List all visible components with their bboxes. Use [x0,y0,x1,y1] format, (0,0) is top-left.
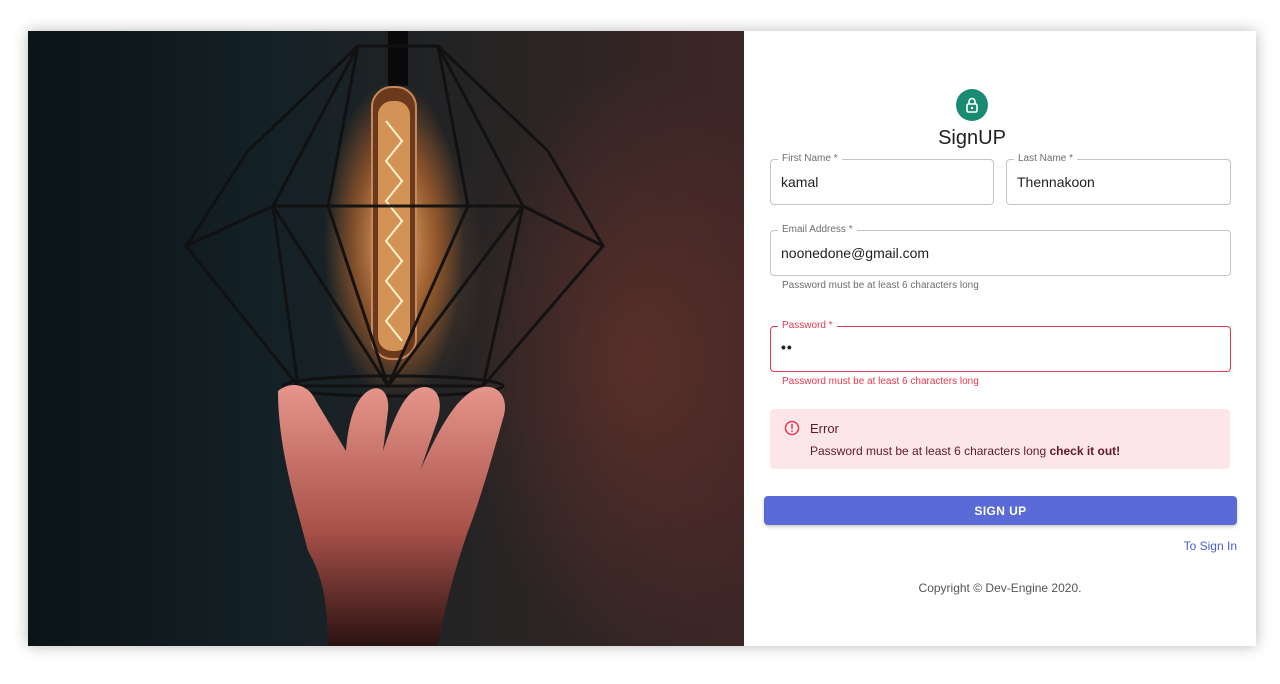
first-name-field[interactable]: First Name * kamal [770,153,994,205]
email-value: noonedone@gmail.com [781,245,930,261]
last-name-value: Thennakoon [1017,174,1095,190]
email-label: Email Address * [778,224,857,236]
alert-message: Password must be at least 6 characters l… [810,444,1120,458]
last-name-field[interactable]: Last Name * Thennakoon [1006,153,1231,205]
first-name-value: kamal [781,174,819,190]
lock-icon [966,97,978,113]
alert-title: Error [810,421,839,436]
password-field[interactable]: Password * •• [770,320,1231,372]
sign-up-button[interactable]: SIGN UP [764,496,1237,525]
email-helper-text: Password must be at least 6 characters l… [782,280,979,291]
first-name-label: First Name * [778,153,842,165]
lamp-hand-illustration [184,31,605,646]
error-alert: Error Password must be at least 6 charac… [770,409,1230,469]
password-label: Password * [778,320,837,332]
alert-emphasis: check it out! [1049,444,1121,458]
page-title: SignUP [938,127,1006,149]
to-sign-in-link[interactable]: To Sign In [1170,539,1237,553]
last-name-label: Last Name * [1014,153,1078,165]
alert-message-text: Password must be at least 6 characters l… [810,444,1047,458]
copyright-text: Copyright © Dev-Engine 2020. [918,581,1082,595]
email-field[interactable]: Email Address * noonedone@gmail.com [770,224,1231,276]
lock-avatar [956,89,988,121]
hero-image [28,31,744,646]
password-value: •• [781,339,793,355]
password-error-text: Password must be at least 6 characters l… [782,376,979,387]
error-circle-icon [784,420,800,436]
